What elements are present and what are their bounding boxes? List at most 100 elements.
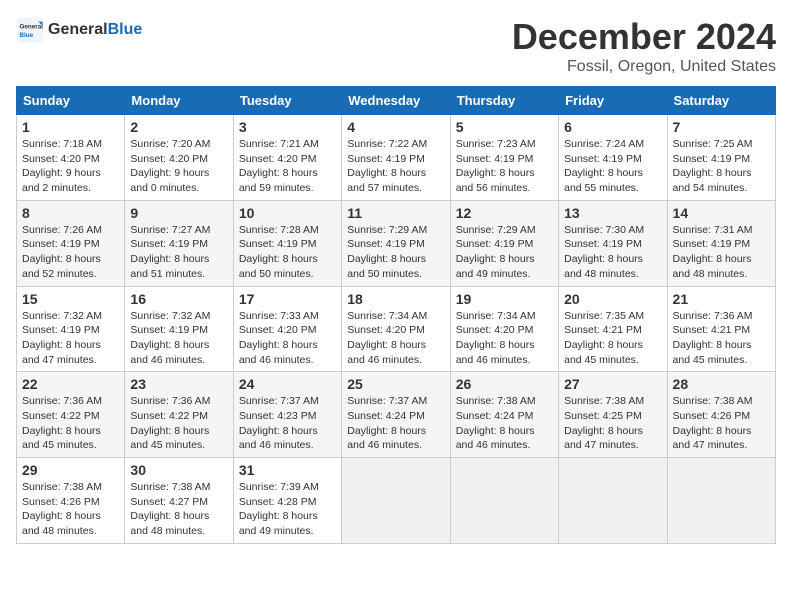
day-number: 8	[22, 205, 119, 221]
day-number: 31	[239, 462, 336, 478]
cell-details: Sunrise: 7:37 AMSunset: 4:23 PMDaylight:…	[239, 394, 336, 453]
calendar-cell: 24 Sunrise: 7:37 AMSunset: 4:23 PMDayligh…	[233, 372, 341, 458]
day-number: 22	[22, 376, 119, 392]
calendar-cell: 17Sunrise: 7:33 AMSunset: 4:20 PMDayligh…	[233, 286, 341, 372]
calendar-cell: 29 Sunrise: 7:38 AMSunset: 4:26 PMDayligh…	[17, 458, 125, 544]
cell-details: Sunrise: 7:38 AMSunset: 4:26 PMDaylight:…	[22, 480, 119, 539]
day-number: 9	[130, 205, 227, 221]
calendar-cell: 31Sunrise: 7:39 AMSunset: 4:28 PMDayligh…	[233, 458, 341, 544]
day-number: 11	[347, 205, 444, 221]
calendar-cell: 10 Sunrise: 7:28 AMSunset: 4:19 PMDayligh…	[233, 200, 341, 286]
cell-details: Sunrise: 7:38 AMSunset: 4:25 PMDaylight:…	[564, 394, 661, 453]
logo: General Blue GeneralBlue	[16, 16, 142, 44]
cell-details: Sunrise: 7:22 AMSunset: 4:19 PMDaylight:…	[347, 137, 444, 196]
page-header: General Blue GeneralBlue December 2024 F…	[16, 16, 776, 76]
calendar-header-row: SundayMondayTuesdayWednesdayThursdayFrid…	[17, 87, 776, 115]
day-number: 28	[673, 376, 770, 392]
cell-details: Sunrise: 7:37 AMSunset: 4:24 PMDaylight:…	[347, 394, 444, 453]
calendar-cell: 30Sunrise: 7:38 AMSunset: 4:27 PMDayligh…	[125, 458, 233, 544]
cell-details: Sunrise: 7:36 AMSunset: 4:21 PMDaylight:…	[673, 309, 770, 368]
cell-details: Sunrise: 7:33 AMSunset: 4:20 PMDaylight:…	[239, 309, 336, 368]
day-number: 21	[673, 291, 770, 307]
calendar-cell: 7 Sunrise: 7:25 AMSunset: 4:19 PMDaylight…	[667, 115, 775, 201]
cell-details: Sunrise: 7:29 AMSunset: 4:19 PMDaylight:…	[347, 223, 444, 282]
weekday-header-thursday: Thursday	[450, 87, 558, 115]
cell-details: Sunrise: 7:21 AMSunset: 4:20 PMDaylight:…	[239, 137, 336, 196]
svg-text:Blue: Blue	[20, 32, 34, 39]
calendar-cell: 6Sunrise: 7:24 AMSunset: 4:19 PMDaylight…	[559, 115, 667, 201]
calendar-cell: 2 Sunrise: 7:20 AMSunset: 4:20 PMDaylight…	[125, 115, 233, 201]
svg-text:General: General	[20, 24, 44, 31]
weekday-header-wednesday: Wednesday	[342, 87, 450, 115]
cell-details: Sunrise: 7:27 AMSunset: 4:19 PMDaylight:…	[130, 223, 227, 282]
day-number: 14	[673, 205, 770, 221]
calendar-cell: 21 Sunrise: 7:36 AMSunset: 4:21 PMDayligh…	[667, 286, 775, 372]
calendar-cell: 12Sunrise: 7:29 AMSunset: 4:19 PMDayligh…	[450, 200, 558, 286]
cell-details: Sunrise: 7:31 AMSunset: 4:19 PMDaylight:…	[673, 223, 770, 282]
day-number: 2	[130, 119, 227, 135]
weekday-header-sunday: Sunday	[17, 87, 125, 115]
cell-details: Sunrise: 7:36 AMSunset: 4:22 PMDaylight:…	[22, 394, 119, 453]
calendar-cell: 25Sunrise: 7:37 AMSunset: 4:24 PMDayligh…	[342, 372, 450, 458]
cell-details: Sunrise: 7:32 AMSunset: 4:19 PMDaylight:…	[22, 309, 119, 368]
calendar-week-1: 1 Sunrise: 7:18 AMSunset: 4:20 PMDaylight…	[17, 115, 776, 201]
day-number: 6	[564, 119, 661, 135]
day-number: 13	[564, 205, 661, 221]
calendar-cell: 14 Sunrise: 7:31 AMSunset: 4:19 PMDayligh…	[667, 200, 775, 286]
day-number: 12	[456, 205, 553, 221]
calendar-cell: 5Sunrise: 7:23 AMSunset: 4:19 PMDaylight…	[450, 115, 558, 201]
calendar-table: SundayMondayTuesdayWednesdayThursdayFrid…	[16, 86, 776, 544]
day-number: 1	[22, 119, 119, 135]
calendar-cell: 11 Sunrise: 7:29 AMSunset: 4:19 PMDayligh…	[342, 200, 450, 286]
cell-details: Sunrise: 7:38 AMSunset: 4:26 PMDaylight:…	[673, 394, 770, 453]
cell-details: Sunrise: 7:25 AMSunset: 4:19 PMDaylight:…	[673, 137, 770, 196]
day-number: 26	[456, 376, 553, 392]
weekday-header-tuesday: Tuesday	[233, 87, 341, 115]
calendar-cell	[450, 458, 558, 544]
calendar-cell: 3 Sunrise: 7:21 AMSunset: 4:20 PMDaylight…	[233, 115, 341, 201]
logo-icon: General Blue	[16, 16, 44, 44]
subtitle: Fossil, Oregon, United States	[512, 58, 776, 76]
logo-blue-text: Blue	[108, 21, 143, 38]
calendar-cell: 16Sunrise: 7:32 AMSunset: 4:19 PMDayligh…	[125, 286, 233, 372]
day-number: 24	[239, 376, 336, 392]
calendar-cell: 18 Sunrise: 7:34 AMSunset: 4:20 PMDayligh…	[342, 286, 450, 372]
calendar-cell: 13Sunrise: 7:30 AMSunset: 4:19 PMDayligh…	[559, 200, 667, 286]
calendar-cell: 15 Sunrise: 7:32 AMSunset: 4:19 PMDayligh…	[17, 286, 125, 372]
title-area: December 2024 Fossil, Oregon, United Sta…	[512, 16, 776, 76]
day-number: 10	[239, 205, 336, 221]
calendar-cell	[342, 458, 450, 544]
calendar-cell: 22 Sunrise: 7:36 AMSunset: 4:22 PMDayligh…	[17, 372, 125, 458]
day-number: 4	[347, 119, 444, 135]
calendar-cell: 20Sunrise: 7:35 AMSunset: 4:21 PMDayligh…	[559, 286, 667, 372]
day-number: 29	[22, 462, 119, 478]
calendar-cell: 9 Sunrise: 7:27 AMSunset: 4:19 PMDaylight…	[125, 200, 233, 286]
cell-details: Sunrise: 7:18 AMSunset: 4:20 PMDaylight:…	[22, 137, 119, 196]
calendar-cell: 4 Sunrise: 7:22 AMSunset: 4:19 PMDaylight…	[342, 115, 450, 201]
weekday-header-friday: Friday	[559, 87, 667, 115]
calendar-week-4: 22 Sunrise: 7:36 AMSunset: 4:22 PMDayligh…	[17, 372, 776, 458]
calendar-cell: 1 Sunrise: 7:18 AMSunset: 4:20 PMDaylight…	[17, 115, 125, 201]
calendar-cell: 26Sunrise: 7:38 AMSunset: 4:24 PMDayligh…	[450, 372, 558, 458]
day-number: 3	[239, 119, 336, 135]
day-number: 23	[130, 376, 227, 392]
day-number: 5	[456, 119, 553, 135]
day-number: 7	[673, 119, 770, 135]
day-number: 19	[456, 291, 553, 307]
cell-details: Sunrise: 7:20 AMSunset: 4:20 PMDaylight:…	[130, 137, 227, 196]
cell-details: Sunrise: 7:34 AMSunset: 4:20 PMDaylight:…	[347, 309, 444, 368]
calendar-week-2: 8Sunrise: 7:26 AMSunset: 4:19 PMDaylight…	[17, 200, 776, 286]
calendar-cell: 23Sunrise: 7:36 AMSunset: 4:22 PMDayligh…	[125, 372, 233, 458]
calendar-cell	[559, 458, 667, 544]
calendar-week-5: 29 Sunrise: 7:38 AMSunset: 4:26 PMDayligh…	[17, 458, 776, 544]
cell-details: Sunrise: 7:28 AMSunset: 4:19 PMDaylight:…	[239, 223, 336, 282]
cell-details: Sunrise: 7:38 AMSunset: 4:27 PMDaylight:…	[130, 480, 227, 539]
day-number: 18	[347, 291, 444, 307]
logo-general-text: General	[48, 21, 108, 38]
day-number: 16	[130, 291, 227, 307]
day-number: 15	[22, 291, 119, 307]
cell-details: Sunrise: 7:35 AMSunset: 4:21 PMDaylight:…	[564, 309, 661, 368]
calendar-week-3: 15 Sunrise: 7:32 AMSunset: 4:19 PMDayligh…	[17, 286, 776, 372]
cell-details: Sunrise: 7:34 AMSunset: 4:20 PMDaylight:…	[456, 309, 553, 368]
calendar-cell: 19 Sunrise: 7:34 AMSunset: 4:20 PMDayligh…	[450, 286, 558, 372]
